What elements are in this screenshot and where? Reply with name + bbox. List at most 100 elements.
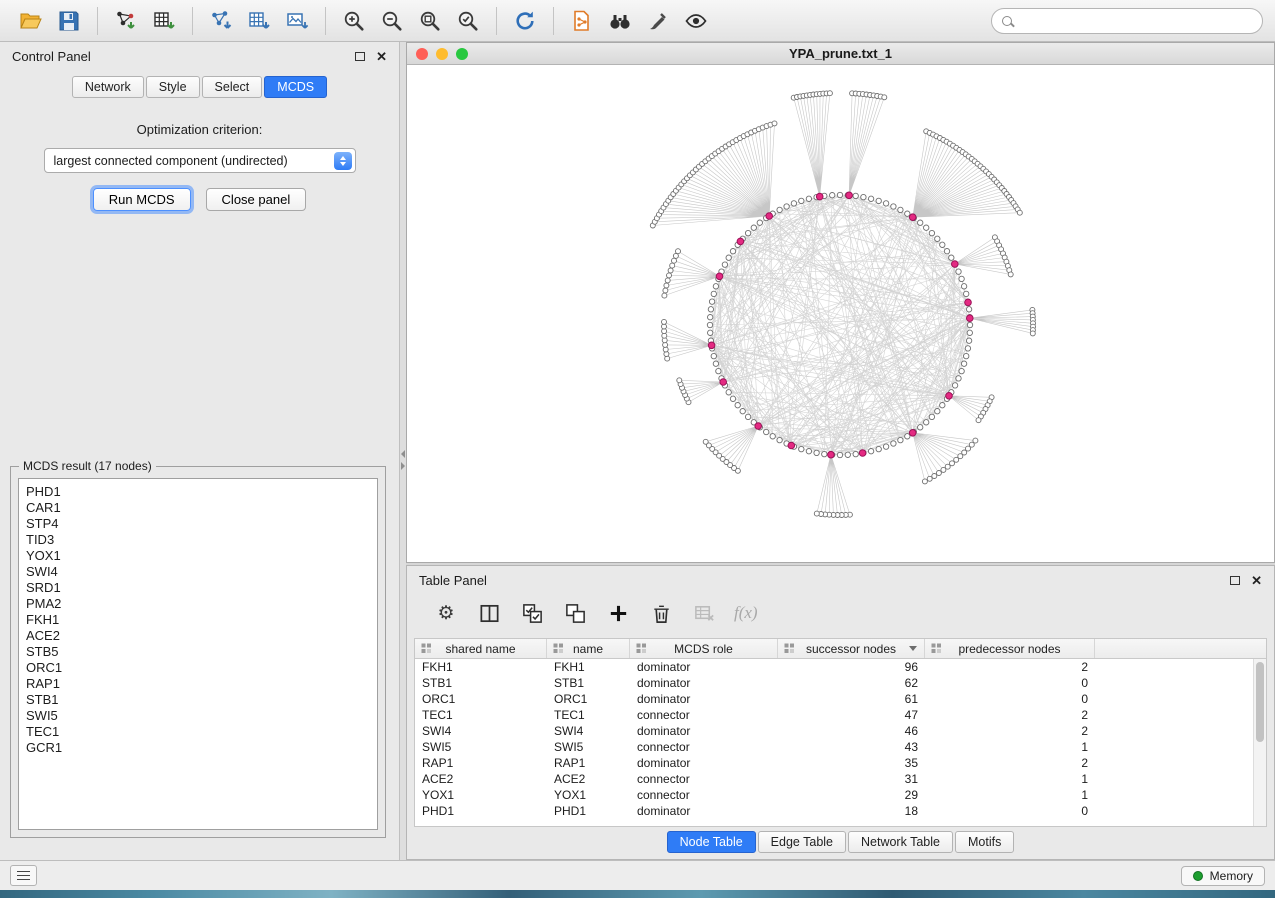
show-hide-button[interactable] xyxy=(677,5,715,37)
table-vertical-scrollbar[interactable] xyxy=(1253,659,1266,826)
tab-select[interactable]: Select xyxy=(202,76,263,98)
table-row[interactable]: ORC1ORC1dominator610 xyxy=(415,691,1266,707)
window-zoom-button[interactable] xyxy=(456,48,468,60)
table-row[interactable]: STB1STB1dominator620 xyxy=(415,675,1266,691)
open-file-button[interactable] xyxy=(12,5,50,37)
save-button[interactable] xyxy=(50,5,88,37)
mcds-result-item[interactable]: PHD1 xyxy=(26,484,370,500)
table-cell: connector xyxy=(630,707,778,723)
mcds-result-item[interactable]: STP4 xyxy=(26,516,370,532)
table-row[interactable]: FKH1FKH1dominator962 xyxy=(415,659,1266,675)
tab-motifs[interactable]: Motifs xyxy=(955,831,1014,853)
criterion-dropdown[interactable]: largest connected component (undirected) xyxy=(44,148,356,173)
mcds-result-item[interactable]: STB5 xyxy=(26,644,370,660)
column-header-MCDS-role[interactable]: MCDS role xyxy=(630,639,778,658)
table-row[interactable]: SWI5SWI5connector431 xyxy=(415,739,1266,755)
select-all-icon xyxy=(521,602,544,625)
table-cell: connector xyxy=(630,787,778,803)
table-cell: connector xyxy=(630,771,778,787)
table-row[interactable]: TEC1TEC1connector472 xyxy=(415,707,1266,723)
import-table-button[interactable] xyxy=(145,5,183,37)
zoom-in-button[interactable] xyxy=(335,5,373,37)
float-panel-icon[interactable] xyxy=(1230,576,1240,585)
mcds-result-item[interactable]: TID3 xyxy=(26,532,370,548)
tab-mcds[interactable]: MCDS xyxy=(264,76,327,98)
show-panels-button[interactable] xyxy=(10,865,37,886)
criterion-selected-value: largest connected component (undirected) xyxy=(54,154,288,168)
export-table-button[interactable] xyxy=(240,5,278,37)
trash-icon xyxy=(650,602,673,625)
column-header-predecessor-nodes[interactable]: predecessor nodes xyxy=(925,639,1095,658)
table-row[interactable]: SWI4SWI4dominator462 xyxy=(415,723,1266,739)
mcds-result-item[interactable]: YOX1 xyxy=(26,548,370,564)
mcds-result-item[interactable]: TEC1 xyxy=(26,724,370,740)
table-cell: 31 xyxy=(778,771,925,787)
deselect-all-button[interactable] xyxy=(562,600,588,626)
table-row[interactable]: ACE2ACE2connector311 xyxy=(415,771,1266,787)
column-sort-icon[interactable] xyxy=(909,646,917,651)
delete-column-button[interactable] xyxy=(648,600,674,626)
table-row[interactable]: PHD1PHD1dominator180 xyxy=(415,803,1266,819)
search-box[interactable] xyxy=(991,8,1263,34)
export-network-button[interactable] xyxy=(202,5,240,37)
mcds-result-item[interactable]: FKH1 xyxy=(26,612,370,628)
mcds-result-list[interactable]: PHD1CAR1STP4TID3YOX1SWI4SRD1PMA2FKH1ACE2… xyxy=(18,478,378,830)
network-canvas[interactable] xyxy=(407,65,1274,562)
window-minimize-button[interactable] xyxy=(436,48,448,60)
export-document-button[interactable] xyxy=(563,5,601,37)
window-close-button[interactable] xyxy=(416,48,428,60)
mcds-result-item[interactable]: SWI4 xyxy=(26,564,370,580)
import-network-icon xyxy=(114,9,138,33)
style-button[interactable] xyxy=(639,5,677,37)
mcds-result-item[interactable]: CAR1 xyxy=(26,500,370,516)
close-panel-button[interactable]: Close panel xyxy=(206,188,307,211)
table-body: FKH1FKH1dominator962STB1STB1dominator620… xyxy=(415,659,1266,819)
table-cell: RAP1 xyxy=(547,755,630,771)
import-network-button[interactable] xyxy=(107,5,145,37)
memory-button[interactable]: Memory xyxy=(1181,866,1265,886)
mcds-result-item[interactable]: ORC1 xyxy=(26,660,370,676)
mcds-result-item[interactable]: PMA2 xyxy=(26,596,370,612)
find-button[interactable] xyxy=(601,5,639,37)
run-mcds-button[interactable]: Run MCDS xyxy=(93,188,191,211)
export-image-button[interactable] xyxy=(278,5,316,37)
search-input[interactable] xyxy=(1019,14,1252,28)
table-cell: dominator xyxy=(630,659,778,675)
scrollbar-thumb[interactable] xyxy=(1256,662,1264,742)
delete-table-button-disabled xyxy=(691,600,717,626)
network-window-titlebar[interactable]: YPA_prune.txt_1 xyxy=(407,43,1274,65)
column-header-shared-name[interactable]: shared name xyxy=(415,639,547,658)
column-header-successor-nodes[interactable]: successor nodes xyxy=(778,639,925,658)
column-header-name[interactable]: name xyxy=(547,639,630,658)
select-all-button[interactable] xyxy=(519,600,545,626)
eye-icon xyxy=(684,9,708,33)
create-column-button[interactable] xyxy=(605,600,631,626)
mcds-result-item[interactable]: SRD1 xyxy=(26,580,370,596)
node-table: shared namenameMCDS rolesuccessor nodesp… xyxy=(414,638,1267,827)
table-cell: 96 xyxy=(778,659,925,675)
zoom-fit-button[interactable] xyxy=(411,5,449,37)
column-type-icon xyxy=(784,643,795,654)
tab-edge-table[interactable]: Edge Table xyxy=(758,831,846,853)
table-cell: 1 xyxy=(925,739,1095,755)
show-columns-button[interactable] xyxy=(476,600,502,626)
tab-node-table[interactable]: Node Table xyxy=(667,831,756,853)
mcds-result-item[interactable]: GCR1 xyxy=(26,740,370,756)
close-panel-icon[interactable]: ✕ xyxy=(1251,574,1262,587)
tab-network-table[interactable]: Network Table xyxy=(848,831,953,853)
tab-network[interactable]: Network xyxy=(72,76,144,98)
table-row[interactable]: YOX1YOX1connector291 xyxy=(415,787,1266,803)
mcds-result-item[interactable]: RAP1 xyxy=(26,676,370,692)
close-panel-icon[interactable]: ✕ xyxy=(376,50,387,63)
zoom-selected-button[interactable] xyxy=(449,5,487,37)
tab-style[interactable]: Style xyxy=(146,76,200,98)
mcds-result-item[interactable]: SWI5 xyxy=(26,708,370,724)
mcds-result-item[interactable]: STB1 xyxy=(26,692,370,708)
mcds-result-item[interactable]: ACE2 xyxy=(26,628,370,644)
zoom-out-button[interactable] xyxy=(373,5,411,37)
float-panel-icon[interactable] xyxy=(355,52,365,61)
table-settings-button[interactable]: ⚙ xyxy=(433,600,459,626)
table-row[interactable]: RAP1RAP1dominator352 xyxy=(415,755,1266,771)
control-panel-tabs: NetworkStyleSelectMCDS xyxy=(0,76,399,98)
apply-layout-button[interactable] xyxy=(506,5,544,37)
